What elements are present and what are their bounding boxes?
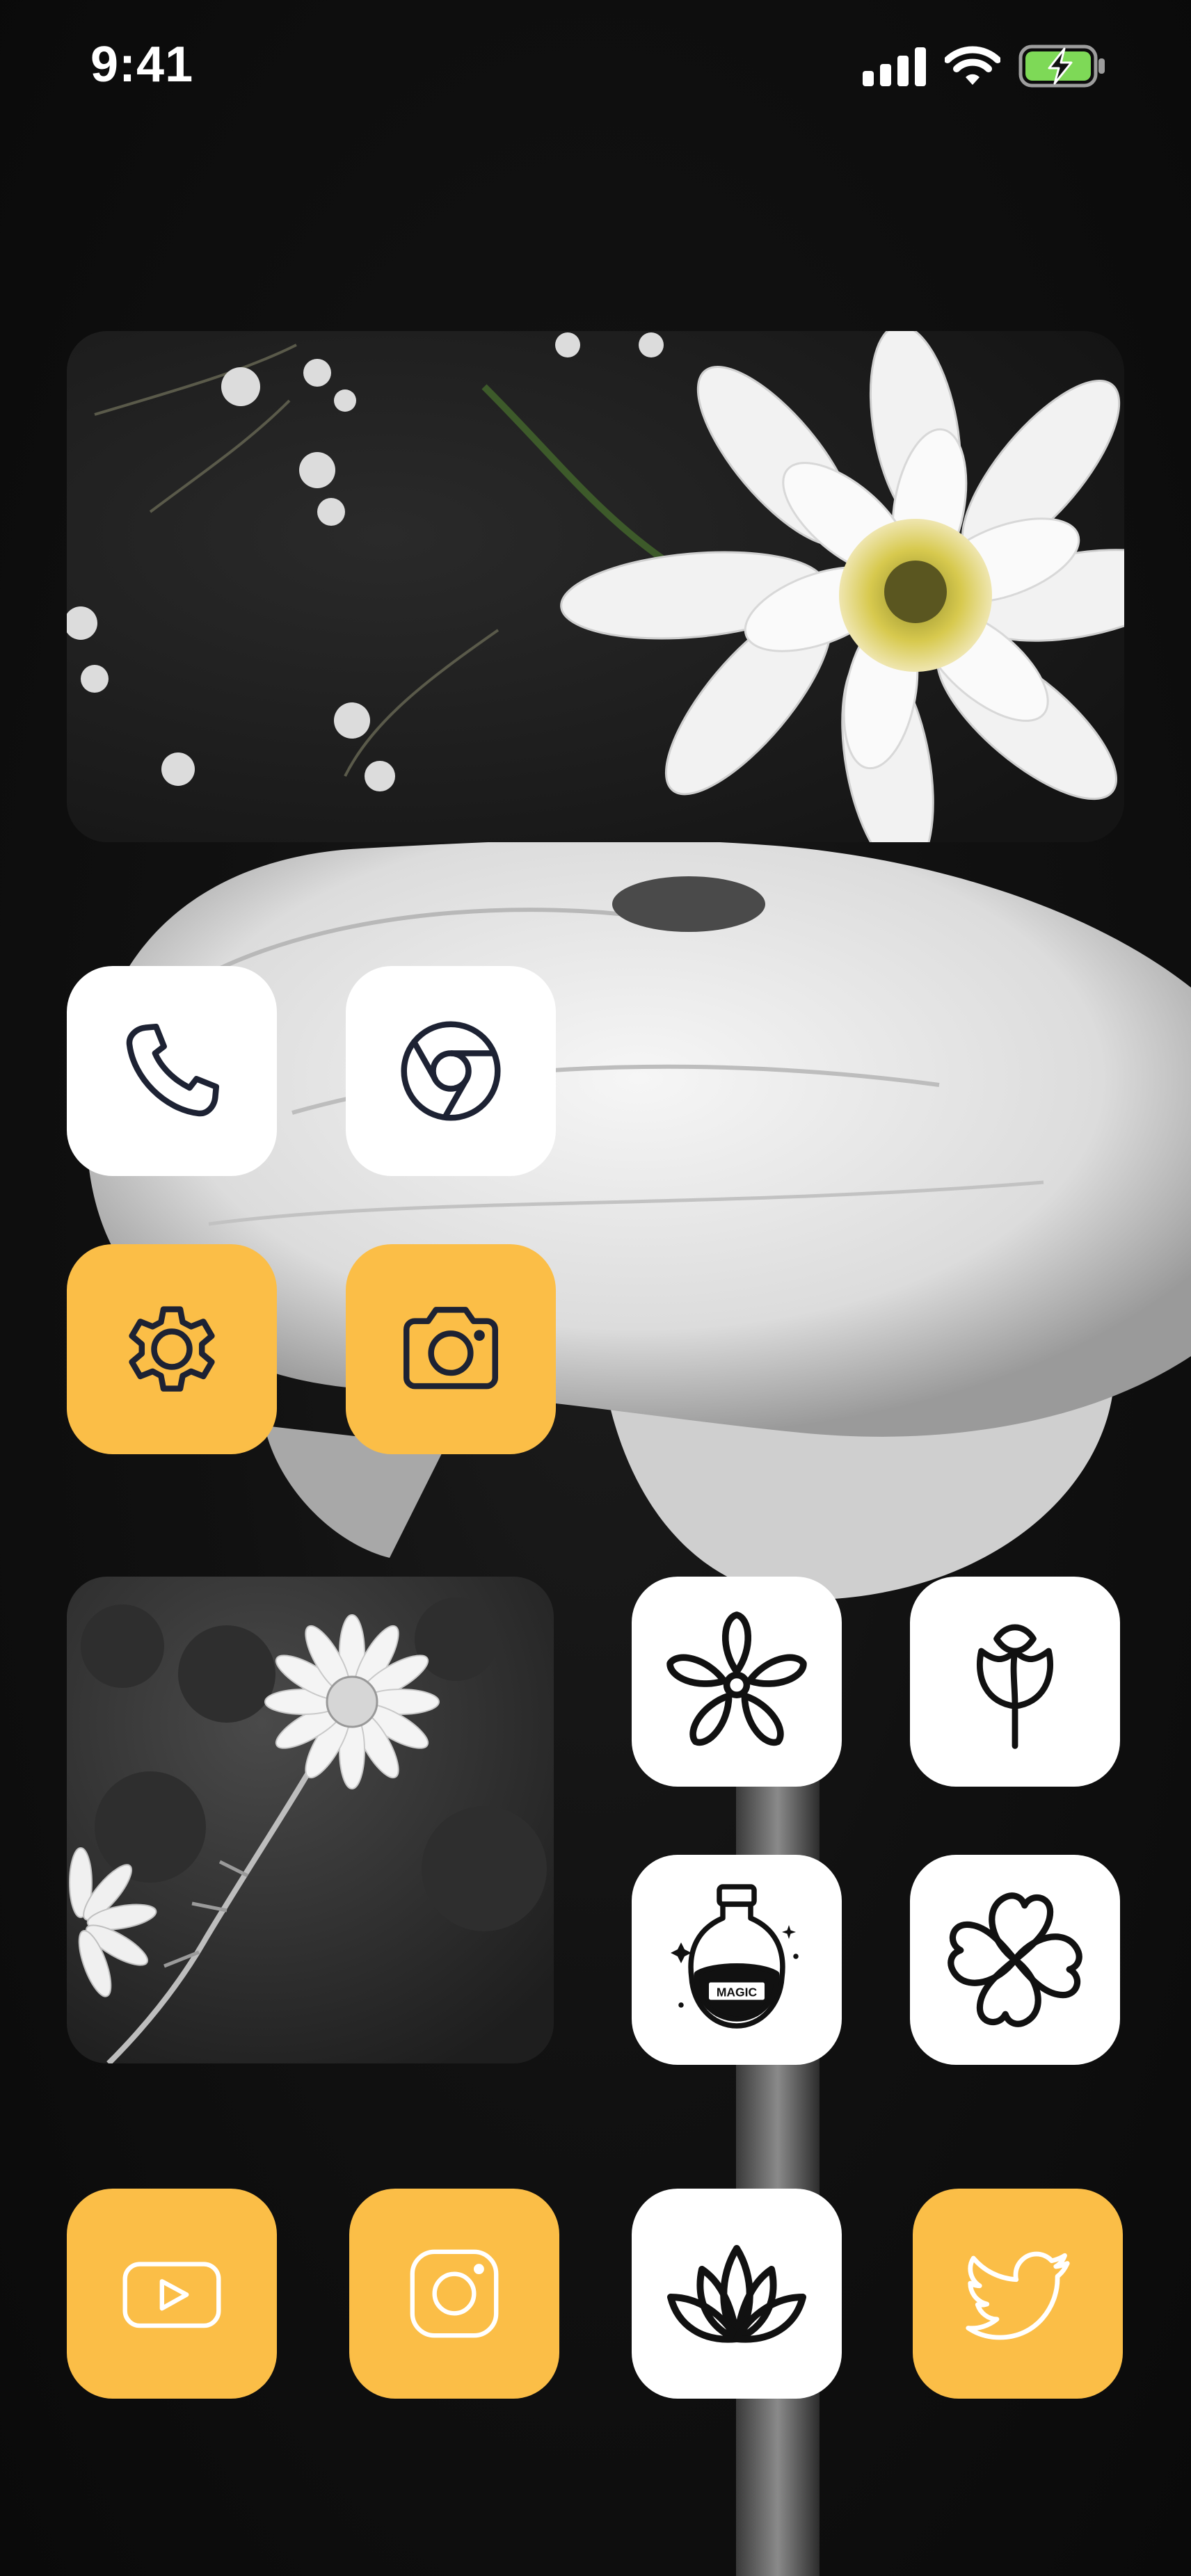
settings-app[interactable] xyxy=(67,1244,277,1454)
flower-icon xyxy=(666,1611,807,1746)
lotus-icon xyxy=(667,2245,806,2343)
battery-charging-icon xyxy=(1018,45,1105,88)
instagram-app[interactable] xyxy=(349,2189,559,2399)
instagram-icon xyxy=(410,2249,499,2338)
potion-bottle-icon: MAGIC xyxy=(671,1884,799,2029)
phone-app[interactable] xyxy=(67,966,277,1176)
photo-widget-daisy[interactable] xyxy=(67,1577,554,2063)
clover-icon xyxy=(948,1892,1082,2027)
home-screen: 9:41 MAGIC xyxy=(0,0,1191,2576)
magic-app[interactable]: MAGIC xyxy=(632,1855,842,2065)
tulip-icon xyxy=(976,1624,1054,1749)
camera-icon xyxy=(403,1307,498,1390)
status-icons xyxy=(863,42,1108,90)
chrome-app[interactable] xyxy=(346,966,556,1176)
twitter-bird-icon xyxy=(966,2251,1070,2340)
photo-widget-chrysanthemum[interactable] xyxy=(67,331,1124,842)
lotus-app[interactable] xyxy=(632,2189,842,2399)
gear-icon xyxy=(129,1306,215,1392)
magic-label: MAGIC xyxy=(717,1986,758,1999)
youtube-icon xyxy=(122,2262,221,2328)
wifi-icon xyxy=(945,46,1000,85)
clover-app[interactable] xyxy=(910,1855,1120,2065)
youtube-app[interactable] xyxy=(67,2189,277,2399)
cellular-signal-icon xyxy=(863,47,926,86)
flower-app[interactable] xyxy=(632,1577,842,1787)
status-time: 9:41 xyxy=(90,37,194,92)
camera-app[interactable] xyxy=(346,1244,556,1454)
phone-icon xyxy=(126,1024,219,1117)
chrome-icon xyxy=(401,1021,501,1121)
rose-app[interactable] xyxy=(910,1577,1120,1787)
twitter-app[interactable] xyxy=(913,2189,1123,2399)
